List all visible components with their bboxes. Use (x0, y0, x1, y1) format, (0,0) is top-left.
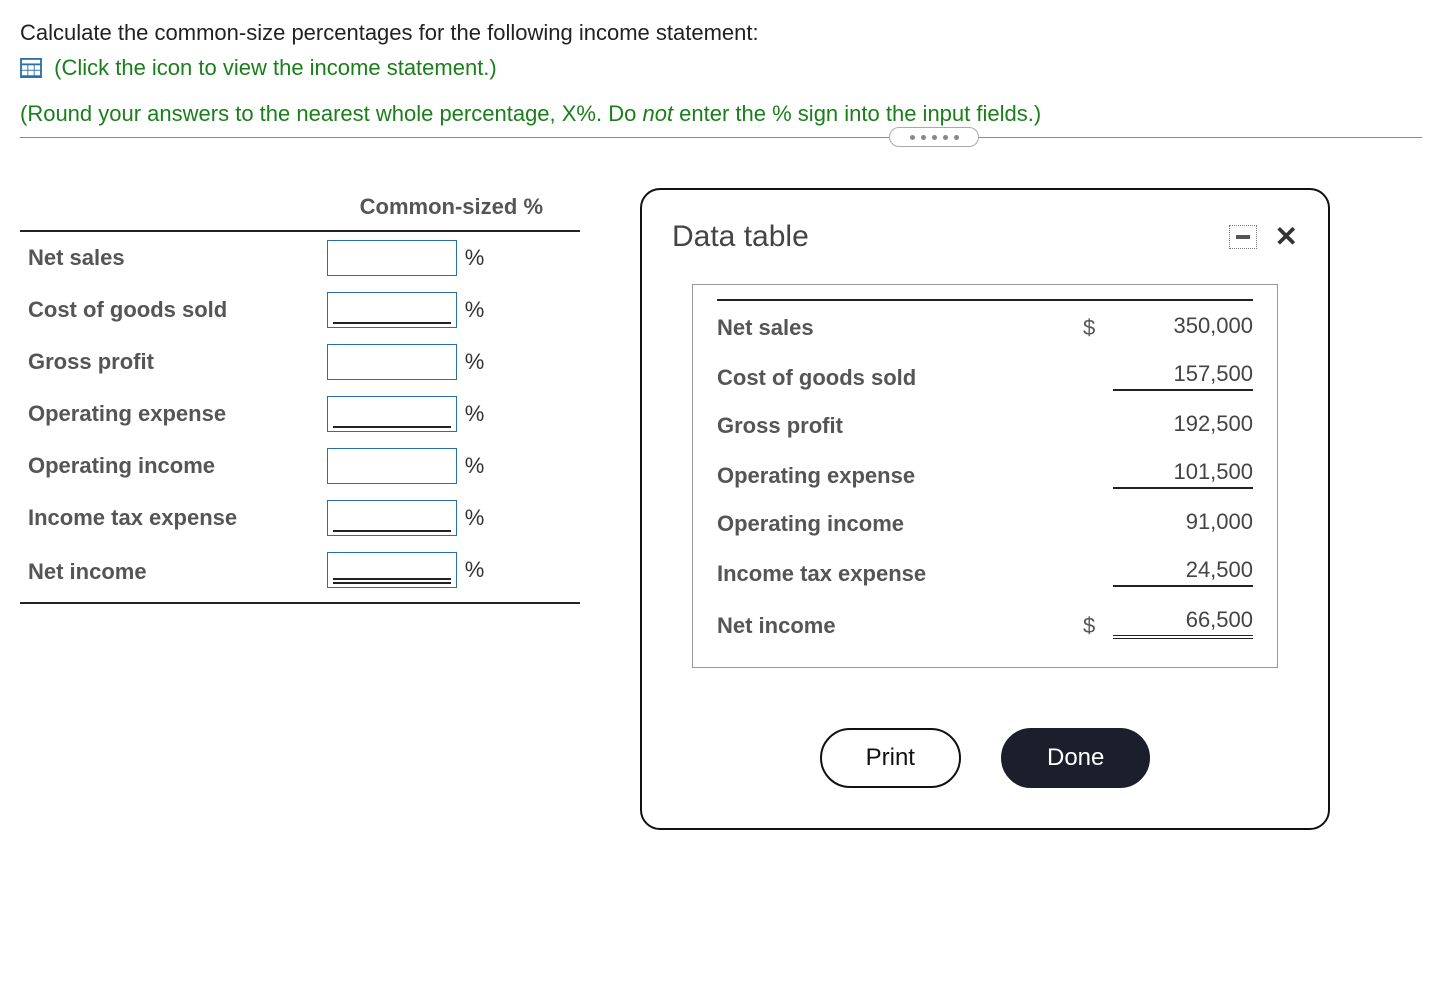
question-prompt: Calculate the common-size percentages fo… (20, 20, 1422, 46)
percent-input[interactable] (327, 344, 457, 380)
data-row: Income tax expense 24,500 (717, 547, 1253, 597)
data-row: Net sales$350,000 (717, 299, 1253, 351)
data-row-value: 192,500 (1113, 411, 1253, 439)
data-row: Gross profit 192,500 (717, 401, 1253, 449)
answer-row-label: Net income (20, 544, 323, 603)
data-row: Net income$66,500 (717, 597, 1253, 649)
data-row-label: Operating expense (717, 463, 1083, 489)
data-row-value: 91,000 (1113, 509, 1253, 537)
data-row: Cost of goods sold 157,500 (717, 351, 1253, 401)
percent-sign: % (465, 297, 485, 322)
data-row-label: Net sales (717, 315, 1083, 341)
data-row-label: Net income (717, 613, 1083, 639)
data-row-label: Cost of goods sold (717, 365, 1083, 391)
print-button[interactable]: Print (820, 728, 961, 788)
data-row-label: Income tax expense (717, 561, 1083, 587)
answer-row-label: Operating expense (20, 388, 323, 440)
data-row: Operating expense 101,500 (717, 449, 1253, 499)
data-row-value: 101,500 (1113, 459, 1253, 489)
data-row-value: 66,500 (1113, 607, 1253, 639)
data-row-value: 350,000 (1113, 313, 1253, 341)
percent-input[interactable] (327, 448, 457, 484)
percent-sign: % (465, 401, 485, 426)
answer-row-label: Cost of goods sold (20, 284, 323, 336)
percent-sign: % (465, 245, 485, 270)
data-row-value: 24,500 (1113, 557, 1253, 587)
currency-symbol: $ (1083, 315, 1113, 341)
rounding-hint: (Round your answers to the nearest whole… (20, 101, 1422, 127)
icon-hint-text[interactable]: (Click the icon to view the income state… (54, 55, 497, 80)
minimize-icon[interactable] (1229, 225, 1257, 249)
percent-input[interactable] (327, 240, 457, 276)
drag-handle-icon[interactable] (889, 127, 979, 147)
answer-row-label: Operating income (20, 440, 323, 492)
answer-row-label: Income tax expense (20, 492, 323, 544)
table-icon[interactable] (20, 58, 42, 78)
percent-sign: % (465, 349, 485, 374)
done-button[interactable]: Done (1001, 728, 1150, 788)
data-table-modal: Data table ✕ Net sales$350,000Cost of go… (640, 188, 1330, 830)
data-row-label: Gross profit (717, 413, 1083, 439)
currency-symbol: $ (1083, 613, 1113, 639)
answer-row-label: Net sales (20, 231, 323, 284)
section-divider (20, 137, 1422, 138)
percent-sign: % (465, 557, 485, 582)
percent-sign: % (465, 505, 485, 530)
data-row-label: Operating income (717, 511, 1083, 537)
answer-row-label: Gross profit (20, 336, 323, 388)
answer-table-header: Common-sized % (323, 188, 580, 231)
data-table-box: Net sales$350,000Cost of goods sold157,5… (692, 284, 1278, 668)
data-row-value: 157,500 (1113, 361, 1253, 391)
percent-sign: % (465, 453, 485, 478)
modal-title: Data table (672, 220, 809, 254)
data-row: Operating income 91,000 (717, 499, 1253, 547)
answer-table: Common-sized % Net sales% Cost of goods s… (20, 188, 580, 604)
close-icon[interactable]: ✕ (1275, 223, 1298, 251)
